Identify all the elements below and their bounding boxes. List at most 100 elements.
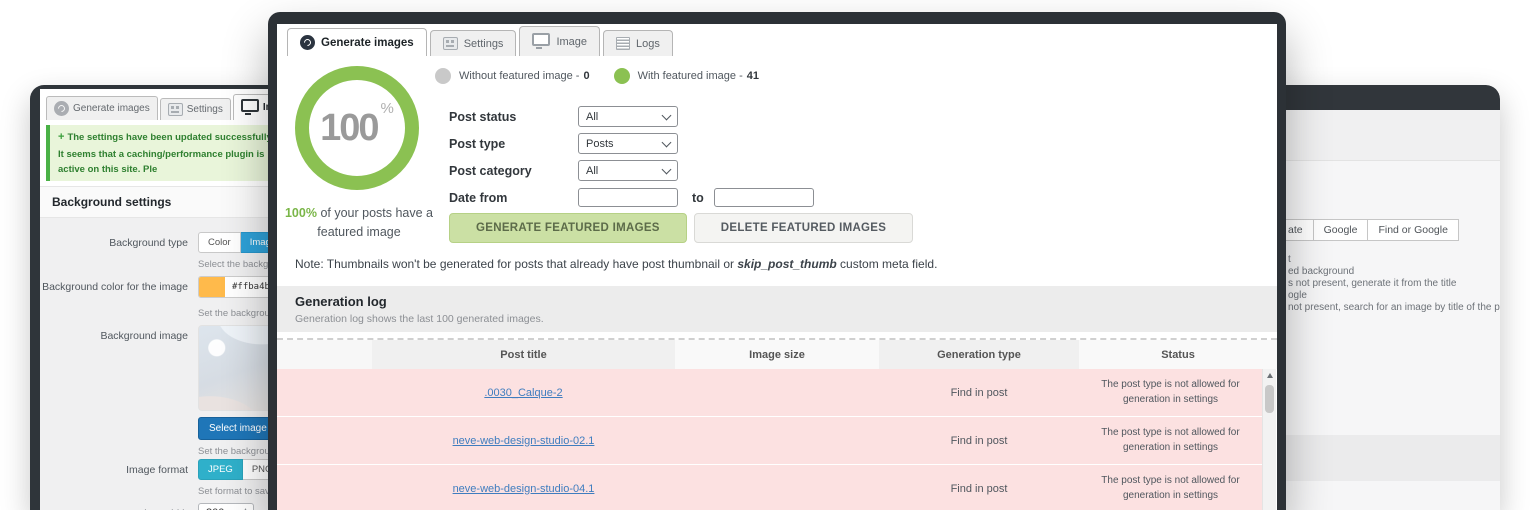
filter-date-range: Date from to: [449, 184, 814, 211]
tab-generate-images[interactable]: Generate images: [287, 28, 427, 56]
format-jpeg-option[interactable]: JPEG: [198, 459, 243, 480]
generation-log-title: Generation log: [295, 294, 1259, 309]
log-table-body: .0030_Calque-2 Find in post The post typ…: [277, 369, 1262, 510]
plugin-logo-icon: [54, 101, 69, 116]
image-icon: [532, 33, 550, 46]
select-image-button[interactable]: Select image: [198, 417, 278, 440]
legend-with-featured: With featured image - 41: [614, 68, 759, 84]
main-window-content: Generate images Settings Image Logs 100: [277, 24, 1277, 510]
image-size-cell: [675, 417, 879, 464]
left-window-content: Generate images Settings Image Logs +The…: [40, 89, 290, 510]
header-generation-type: Generation type: [879, 340, 1079, 369]
post-category-select[interactable]: All: [578, 160, 678, 181]
description-line: ogle: [1288, 291, 1500, 302]
scroll-up-icon[interactable]: [1263, 369, 1276, 383]
date-to-input[interactable]: [714, 188, 814, 207]
settings-icon: [443, 37, 458, 50]
background-settings-form: Background type Color Image Select the b…: [40, 218, 290, 510]
tab-label: Logs: [636, 38, 660, 50]
tab-settings[interactable]: Settings: [430, 30, 517, 56]
table-scrollbar[interactable]: [1262, 369, 1276, 510]
plus-icon: +: [58, 131, 64, 143]
generation-type-cell: Find in post: [879, 369, 1079, 416]
table-row: neve-web-design-studio-04.1 Find in post…: [277, 465, 1262, 510]
segment-option-google[interactable]: Google: [1313, 219, 1369, 241]
tab-label: Settings: [464, 38, 504, 50]
left-tab-bar: Generate images Settings Image Logs: [40, 89, 290, 120]
notice-line-2: It seems that a caching/performance plug…: [58, 147, 276, 177]
generation-type-cell: Find in post: [879, 417, 1079, 464]
date-from-input[interactable]: [578, 188, 678, 207]
width-input[interactable]: [204, 506, 238, 510]
header-spacer: [277, 340, 372, 369]
color-swatch: [199, 277, 225, 297]
tab-logs[interactable]: Logs: [603, 30, 673, 56]
success-notice: +The settings have been updated successf…: [46, 125, 284, 181]
delete-featured-images-button[interactable]: DELETE FEATURED IMAGES: [694, 213, 913, 243]
left-tab-settings[interactable]: Settings: [160, 98, 231, 120]
left-tab-generate-images[interactable]: Generate images: [46, 96, 158, 120]
field-background-type: Background type Color Image Select the b…: [40, 232, 290, 270]
logs-icon: [616, 37, 630, 50]
status-cell: The post type is not allowed for generat…: [1079, 417, 1262, 464]
description-line: ed background: [1288, 267, 1500, 278]
color-picker[interactable]: #ffba4b: [198, 276, 278, 298]
featured-image-donut-chart: 100 %: [295, 66, 419, 190]
chevron-down-icon: [662, 164, 672, 174]
post-title-link[interactable]: neve-web-design-studio-02.1: [453, 435, 595, 447]
tab-label: Generate images: [321, 37, 414, 49]
donut-percent-value: 100: [320, 107, 377, 150]
chevron-down-icon: [662, 137, 672, 147]
thumbnails-note: Note: Thumbnails won't be generated for …: [295, 257, 937, 271]
donut-percent-symbol: %: [381, 100, 394, 117]
left-window: Generate images Settings Image Logs +The…: [30, 85, 290, 510]
generate-images-page: 100 % 100% of your posts have a featured…: [277, 56, 1277, 510]
filters: Post status All Post type Posts: [449, 103, 814, 211]
generation-log-caption: Generation log shows the last 100 genera…: [295, 313, 1259, 325]
green-dot-icon: [614, 68, 630, 84]
field-background-image: Background image Select image Set the ba…: [40, 325, 290, 457]
notice-line-1: +The settings have been updated successf…: [58, 129, 276, 147]
field-label: Background image: [40, 325, 198, 457]
description-line: s not present, generate it from the titl…: [1288, 279, 1500, 290]
generation-type-cell: Find in post: [879, 465, 1079, 510]
post-title-link[interactable]: .0030_Calque-2: [484, 387, 562, 399]
settings-icon: [168, 103, 183, 116]
stage: Generate images Settings Image Logs +The…: [0, 0, 1536, 510]
main-window: Generate images Settings Image Logs 100: [268, 12, 1286, 510]
description-line: not present, search for an image by titl…: [1288, 303, 1500, 314]
background-image-preview: [198, 325, 274, 411]
segment-option-find-or-google[interactable]: Find or Google: [1367, 219, 1458, 241]
post-title-link[interactable]: neve-web-design-studio-04.1: [453, 483, 595, 495]
image-size-cell: [675, 465, 879, 510]
field-label: Image size: width: [40, 503, 198, 510]
main-tab-bar: Generate images Settings Image Logs: [277, 24, 1277, 56]
image-size-cell: [675, 369, 879, 416]
gray-dot-icon: [435, 68, 451, 84]
scrollbar-thumb[interactable]: [1265, 385, 1274, 413]
generate-featured-images-button[interactable]: GENERATE FEATURED IMAGES: [449, 213, 687, 243]
filter-post-status: Post status All: [449, 103, 814, 130]
field-image-format: Image format JPEG PNG Set format to save…: [40, 459, 290, 497]
status-cell: The post type is not allowed for generat…: [1079, 465, 1262, 510]
chevron-down-icon: [662, 110, 672, 120]
plugin-logo-icon: [300, 35, 315, 50]
field-image-width: Image size: width ▲▼ px Set width of the…: [40, 503, 290, 510]
left-tab-label: Generate images: [73, 103, 150, 114]
field-label: Background color for the image: [40, 276, 198, 319]
left-tab-label: Settings: [187, 104, 223, 115]
status-cell: The post type is not allowed for generat…: [1079, 369, 1262, 416]
section-title: Background settings: [40, 186, 290, 218]
table-row: .0030_Calque-2 Find in post The post typ…: [277, 369, 1262, 417]
tab-label: Image: [556, 36, 587, 48]
table-row: neve-web-design-studio-02.1 Find in post…: [277, 417, 1262, 465]
generation-type-descriptions: t ed background s not present, generate …: [1288, 255, 1500, 315]
field-label: Background type: [40, 232, 198, 270]
post-status-select[interactable]: All: [578, 106, 678, 127]
image-icon: [241, 99, 259, 112]
log-table-header: Post title Image size Generation type St…: [277, 340, 1277, 369]
post-type-select[interactable]: Posts: [578, 133, 678, 154]
donut-caption: 100% of your posts have a featured image: [283, 204, 435, 242]
tab-image[interactable]: Image: [519, 26, 600, 56]
background-type-color-option[interactable]: Color: [198, 232, 241, 253]
